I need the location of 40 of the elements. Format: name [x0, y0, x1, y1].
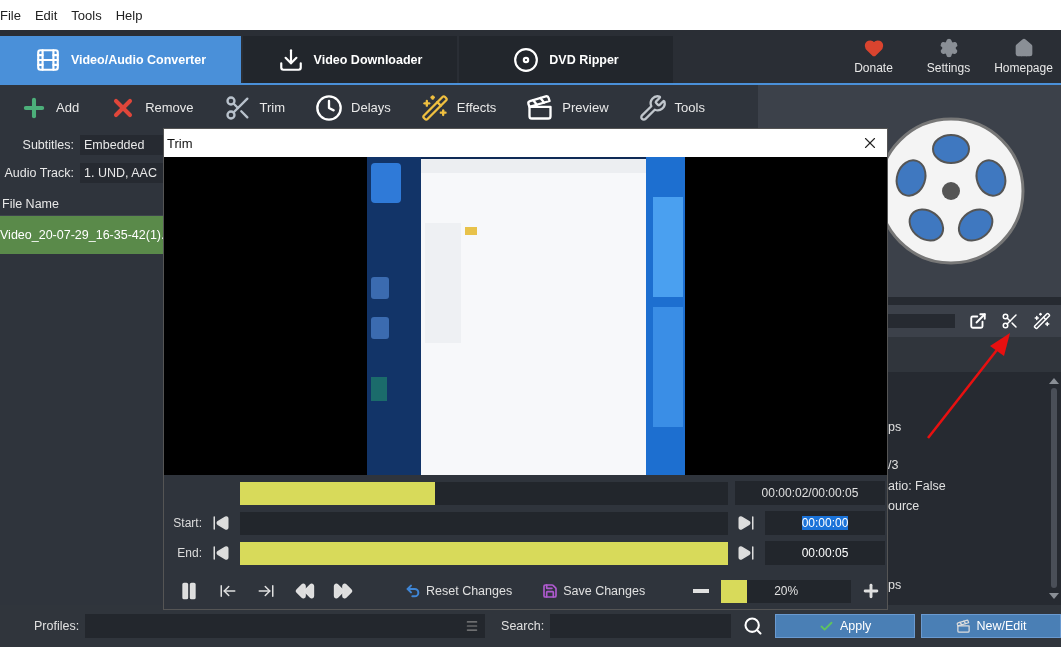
- toolbar-button[interactable]: Add: [20, 93, 80, 122]
- zoom-slider[interactable]: 20%: [721, 579, 852, 603]
- reset-changes-button[interactable]: Reset Changes: [405, 583, 513, 599]
- toolbar-button[interactable]: Tools: [638, 93, 705, 122]
- header-button[interactable]: Donate: [836, 30, 911, 83]
- save-changes-button[interactable]: Save Changes: [542, 583, 646, 599]
- apply-button[interactable]: Apply: [775, 614, 916, 638]
- menu-item[interactable]: Edit: [28, 7, 66, 23]
- menu-item[interactable]: Help: [109, 7, 151, 23]
- toolbar-button[interactable]: Effects: [420, 93, 497, 122]
- header-button[interactable]: Settings: [911, 30, 986, 83]
- search-label: Search:: [501, 619, 545, 633]
- time-value: 00:00:00: [801, 516, 849, 530]
- start-time-field[interactable]: 00:00:00: [765, 511, 885, 535]
- subtitles-label: Subtitles:: [21, 138, 75, 152]
- column-header: File Name: [2, 196, 59, 211]
- info-text: /3: [888, 457, 900, 474]
- menu-item[interactable]: Tools: [65, 7, 110, 23]
- toolbar-button[interactable]: Preview: [526, 93, 609, 122]
- zoom-value: 20%: [774, 584, 799, 598]
- toolbar-button[interactable]: Remove: [109, 93, 194, 122]
- audio-track-label: Audio Track:: [3, 166, 75, 180]
- new-edit-button[interactable]: New/Edit: [921, 614, 1061, 638]
- header-button[interactable]: Homepage: [986, 30, 1061, 83]
- time-display: 00:00:02/00:00:05: [735, 481, 885, 505]
- info-text: atio: False: [888, 478, 947, 495]
- start-label: Start:: [172, 516, 203, 530]
- end-label: End:: [176, 546, 203, 560]
- profiles-label: Profiles:: [34, 619, 80, 633]
- time-value: 00:00:05: [801, 546, 849, 560]
- dialog-title: Trim: [167, 135, 193, 151]
- info-text: ource: [888, 498, 921, 515]
- info-text: ps: [888, 419, 903, 436]
- toolbar-button[interactable]: Trim: [223, 93, 286, 122]
- tab[interactable]: DVD Ripper: [459, 36, 673, 83]
- end-time-field[interactable]: 00:00:05: [765, 541, 885, 565]
- menu-item[interactable]: File: [0, 7, 29, 23]
- info-text: ps: [888, 577, 903, 594]
- tab[interactable]: Video Downloader: [243, 36, 457, 83]
- toolbar-button[interactable]: Delays: [315, 93, 391, 122]
